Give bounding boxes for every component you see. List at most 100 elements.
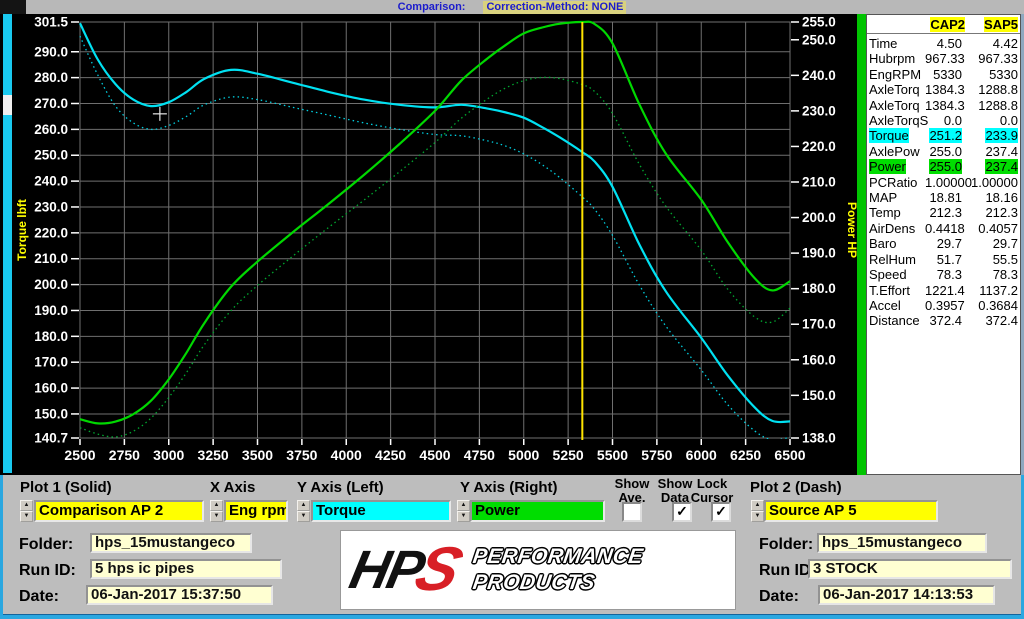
row-value: 1.00000 bbox=[925, 175, 962, 190]
data-panel-header: CAP2 SAP5 bbox=[867, 15, 1020, 34]
right-axis-tick-label: 230.0 bbox=[802, 103, 836, 118]
left-scrollbar-thumb[interactable] bbox=[3, 95, 12, 115]
row-value: 1384.3 bbox=[925, 82, 962, 97]
row-label: T.Effort bbox=[869, 283, 925, 298]
plot1-select[interactable]: Comparison AP 2 bbox=[34, 500, 204, 522]
folder-field-right[interactable]: hps_15mustangeco bbox=[817, 533, 987, 553]
table-row: Accel0.39570.3684 bbox=[869, 298, 1018, 313]
table-row: PCRatio1.000001.00000 bbox=[869, 175, 1018, 190]
runid-field-left[interactable]: 5 hps ic pipes bbox=[90, 559, 282, 579]
left-axis-tick-label: 301.5 bbox=[34, 15, 68, 30]
row-label: Hubrpm bbox=[869, 51, 925, 66]
left-scrollbar[interactable] bbox=[3, 14, 12, 473]
left-axis-tick-label: 200.0 bbox=[34, 277, 68, 292]
left-axis-tick-label: 270.0 bbox=[34, 96, 68, 111]
checkbox-ave[interactable] bbox=[622, 502, 642, 522]
row-value: 29.7 bbox=[962, 236, 1018, 251]
left-axis-tick-label: 220.0 bbox=[34, 225, 68, 240]
x-axis-tick-label: 6000 bbox=[686, 447, 717, 463]
row-value: 372.4 bbox=[925, 313, 962, 328]
table-row: Time4.504.42 bbox=[869, 36, 1018, 51]
row-value: 1288.8 bbox=[962, 98, 1018, 113]
right-axis-tick-label: 190.0 bbox=[802, 246, 836, 261]
row-label: Time bbox=[869, 36, 925, 51]
x-axis-tick-label: 4000 bbox=[331, 447, 362, 463]
row-value: 255.0 bbox=[925, 159, 962, 174]
checkbox-data[interactable]: ✓ bbox=[672, 502, 692, 522]
row-value: 1137.2 bbox=[962, 283, 1018, 298]
table-row: AxleTorq1384.31288.8 bbox=[869, 98, 1018, 113]
right-axis-tick-label: 138.0 bbox=[802, 431, 836, 446]
date-field-left[interactable]: 06-Jan-2017 15:37:50 bbox=[86, 585, 273, 605]
left-axis-tick-label: 280.0 bbox=[34, 70, 68, 85]
plot1-label: Plot 1 (Solid) bbox=[20, 479, 112, 496]
row-value: 0.4418 bbox=[925, 221, 962, 236]
yright-spinner[interactable]: ▲▼ bbox=[457, 500, 470, 522]
row-value: 1.00000 bbox=[962, 175, 1018, 190]
row-label: AxleTorq bbox=[869, 82, 925, 97]
logo-products-text: PRODUCTS bbox=[472, 571, 645, 595]
plot1-spinner[interactable]: ▲▼ bbox=[20, 500, 33, 522]
row-value: 0.0 bbox=[962, 113, 1018, 128]
row-value: 251.2 bbox=[925, 128, 962, 143]
plot2-select[interactable]: Source AP 5 bbox=[764, 500, 938, 522]
table-row: AxlePow255.0237.4 bbox=[869, 144, 1018, 159]
table-row: AxleTorqS0.00.0 bbox=[869, 113, 1018, 128]
yleft-select[interactable]: Torque bbox=[311, 500, 451, 522]
yright-label: Y Axis (Right) bbox=[460, 479, 558, 496]
checkbox-label: ShowAve. bbox=[608, 477, 656, 505]
row-value: 55.5 bbox=[962, 252, 1018, 267]
table-row: Torque251.2233.9 bbox=[869, 128, 1018, 143]
plot2-spinner[interactable]: ▲▼ bbox=[751, 500, 764, 522]
runid-field-right[interactable]: 3 STOCK bbox=[808, 559, 1012, 579]
folder-field-left[interactable]: hps_15mustangeco bbox=[90, 533, 252, 553]
date-field-right[interactable]: 06-Jan-2017 14:13:53 bbox=[818, 585, 995, 605]
row-value: 18.81 bbox=[925, 190, 962, 205]
table-row: MAP18.8118.16 bbox=[869, 190, 1018, 205]
left-axis-tick-label: 210.0 bbox=[34, 251, 68, 266]
row-label: MAP bbox=[869, 190, 925, 205]
plot2-label: Plot 2 (Dash) bbox=[750, 479, 842, 496]
row-value: 4.50 bbox=[925, 36, 962, 51]
header-spacer bbox=[869, 17, 919, 32]
right-axis-tick-label: 255.0 bbox=[802, 15, 836, 30]
titlebar-corner-notch bbox=[0, 0, 26, 14]
x-axis-tick-label: 3250 bbox=[198, 447, 229, 463]
window-left-edge bbox=[0, 475, 3, 618]
yright-select[interactable]: Power bbox=[470, 500, 605, 522]
x-axis-tick-label: 6250 bbox=[730, 447, 761, 463]
right-axis-tick-label: 150.0 bbox=[802, 388, 836, 403]
right-axis-tick-label: 220.0 bbox=[802, 139, 836, 154]
left-axis-tick-label: 140.7 bbox=[34, 431, 68, 446]
checkbox-cursor[interactable]: ✓ bbox=[711, 502, 731, 522]
right-axis-tick-label: 160.0 bbox=[802, 352, 836, 367]
row-label: Speed bbox=[869, 267, 925, 282]
left-axis-tick-label: 240.0 bbox=[34, 174, 68, 189]
row-value: 0.3957 bbox=[925, 298, 962, 313]
xaxis-spinner[interactable]: ▲▼ bbox=[210, 500, 223, 522]
row-value: 78.3 bbox=[962, 267, 1018, 282]
row-label: AxleTorq bbox=[869, 98, 925, 113]
logo-tagline: PERFORMANCE PRODUCTS bbox=[473, 545, 643, 595]
yleft-spinner[interactable]: ▲▼ bbox=[297, 500, 310, 522]
row-value: 51.7 bbox=[925, 252, 962, 267]
xaxis-select[interactable]: Eng rpm bbox=[224, 500, 288, 522]
hps-logo: HP S PERFORMANCE PRODUCTS bbox=[340, 530, 736, 610]
logo-performance-text: PERFORMANCE bbox=[472, 545, 645, 569]
x-axis-tick-label: 3000 bbox=[153, 447, 184, 463]
left-axis-tick-label: 180.0 bbox=[34, 329, 68, 344]
date-label-left: Date: bbox=[19, 588, 59, 606]
row-label: EngRPM bbox=[869, 67, 925, 82]
left-axis-tick-label: 250.0 bbox=[34, 148, 68, 163]
row-label: AxlePow bbox=[869, 144, 925, 159]
yleft-label: Y Axis (Left) bbox=[297, 479, 384, 496]
dyno-chart[interactable]: 301.5290.0280.0270.0260.0250.0240.0230.0… bbox=[12, 14, 857, 475]
left-axis-tick-label: 190.0 bbox=[34, 303, 68, 318]
x-axis-tick-label: 3500 bbox=[242, 447, 273, 463]
left-axis-tick-label: 170.0 bbox=[34, 355, 68, 370]
left-axis-tick-label: 260.0 bbox=[34, 122, 68, 137]
row-label: RelHum bbox=[869, 252, 925, 267]
x-axis-tick-label: 4500 bbox=[419, 447, 450, 463]
row-label: Temp bbox=[869, 205, 925, 220]
row-value: 5330 bbox=[925, 67, 962, 82]
